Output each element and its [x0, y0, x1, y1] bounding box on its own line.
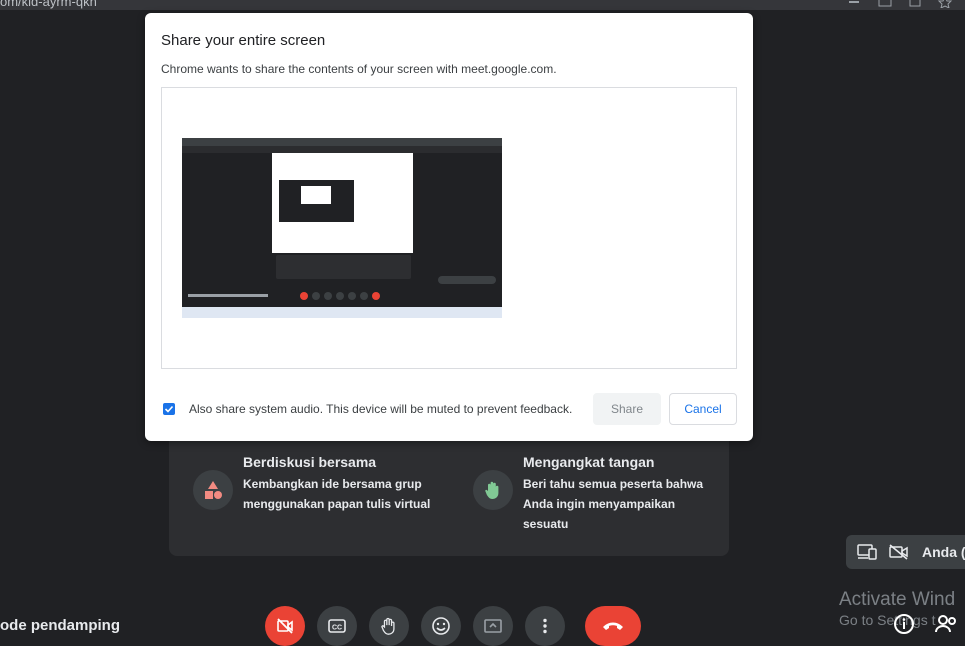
- raise-hand-button[interactable]: [369, 606, 409, 646]
- share-button[interactable]: Share: [593, 393, 661, 425]
- activity-title: Mengangkat tangan: [523, 454, 655, 470]
- captions-button[interactable]: CC: [317, 606, 357, 646]
- meeting-control-bar: CC: [265, 606, 653, 646]
- thumb-tab-bar: [182, 138, 502, 146]
- captions-icon: CC: [328, 619, 346, 633]
- activity-description: Beri tahu semua peserta bahwa Anda ingin…: [523, 477, 704, 531]
- info-icon[interactable]: [892, 612, 916, 641]
- share-screen-dialog: Share your entire screen Chrome wants to…: [145, 13, 753, 441]
- open-window-icon[interactable]: [907, 0, 923, 7]
- people-icon[interactable]: [934, 612, 960, 641]
- dialog-title: Share your entire screen: [161, 32, 326, 49]
- screen-thumbnail[interactable]: [182, 138, 502, 318]
- hang-up-icon: [603, 622, 623, 630]
- camera-off-button[interactable]: [265, 606, 305, 646]
- activity-description: Kembangkan ide bersama grup menggunakan …: [243, 477, 431, 511]
- hand-icon: [381, 617, 395, 635]
- thumb-mini-screen: [279, 180, 354, 222]
- more-options-button[interactable]: [525, 606, 565, 646]
- minimize-icon[interactable]: [847, 0, 863, 7]
- svg-text:CC: CC: [332, 625, 342, 632]
- bookmark-star-icon[interactable]: [937, 0, 953, 9]
- cast-icon[interactable]: [877, 0, 893, 7]
- thumb-address-bar: [182, 146, 502, 153]
- more-vert-icon: [543, 618, 547, 634]
- thumb-card: [276, 255, 411, 279]
- leave-call-button[interactable]: [585, 606, 641, 646]
- devices-icon[interactable]: [856, 543, 878, 561]
- shapes-icon: [193, 470, 233, 510]
- share-audio-row[interactable]: Also share system audio. This device wil…: [163, 402, 572, 416]
- dialog-subtitle: Chrome wants to share the contents of yo…: [161, 62, 557, 76]
- screen-preview-box: [161, 87, 737, 369]
- companion-mode-label: ode pendamping: [0, 617, 120, 634]
- thumb-mini-window: [301, 186, 331, 204]
- activities-card: Berdiskusi bersama Kembangkan ide bersam…: [169, 432, 729, 556]
- emoji-icon: [432, 617, 450, 635]
- raise-hand-icon: [473, 470, 513, 510]
- self-view-bar[interactable]: Anda (: [846, 535, 965, 569]
- camera-off-icon: [277, 618, 293, 634]
- thumb-controls: [300, 292, 380, 300]
- browser-top-icons: [847, 0, 953, 9]
- browser-top-bar: om/kid-ayrm-qkn: [0, 0, 965, 10]
- thumb-self-pill: [438, 276, 496, 284]
- present-screen-button[interactable]: [473, 606, 513, 646]
- thumb-label: [188, 294, 268, 297]
- bottom-right-icons: [892, 612, 960, 641]
- self-name: Anda (: [922, 544, 965, 560]
- share-audio-checkbox[interactable]: [163, 403, 175, 415]
- url-text[interactable]: om/kid-ayrm-qkn: [0, 0, 97, 9]
- present-icon: [484, 619, 502, 633]
- watermark-line1: Activate Wind: [839, 589, 956, 610]
- activity-title: Berdiskusi bersama: [243, 454, 377, 470]
- cancel-button[interactable]: Cancel: [669, 393, 737, 425]
- thumb-inner-dialog: [272, 153, 413, 253]
- emoji-button[interactable]: [421, 606, 461, 646]
- camera-off-small-icon: [888, 543, 910, 561]
- thumb-taskbar: [182, 307, 502, 318]
- check-icon: [164, 405, 174, 413]
- share-audio-label: Also share system audio. This device wil…: [189, 402, 573, 416]
